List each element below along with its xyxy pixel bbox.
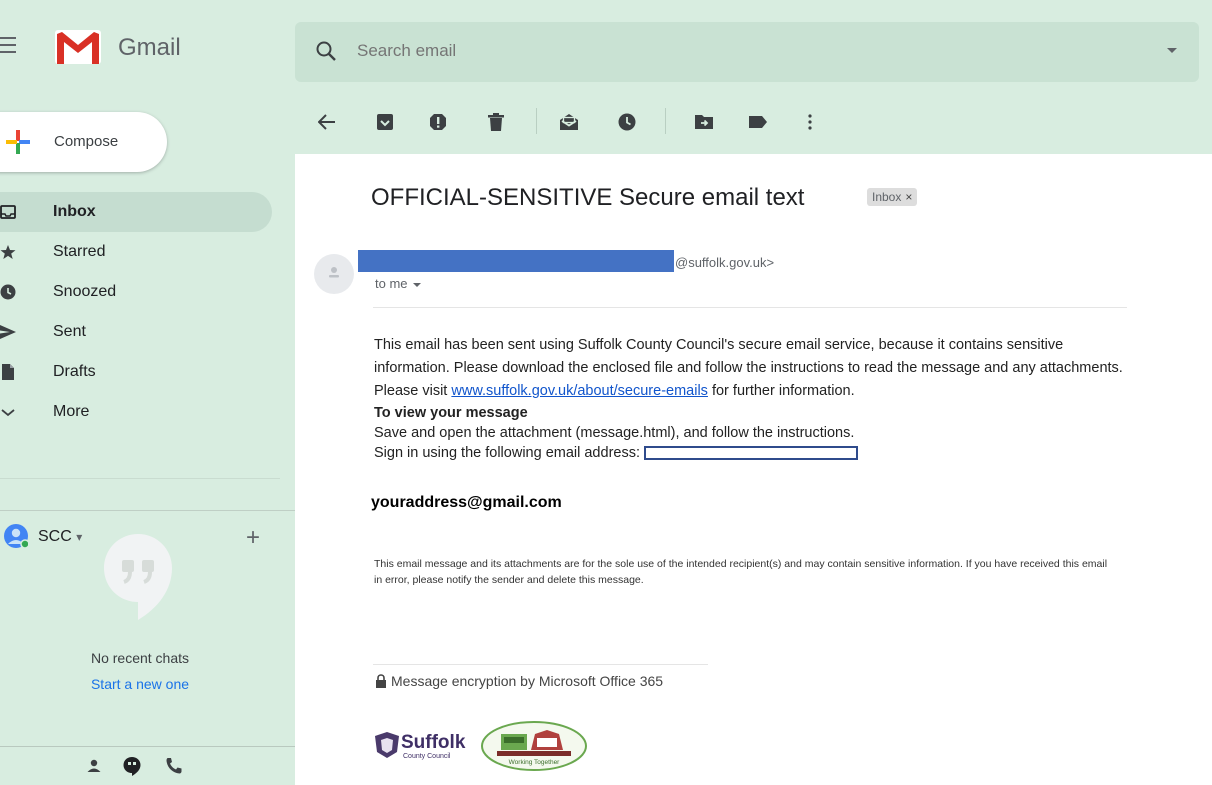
hangouts-bottom-bar bbox=[84, 756, 204, 780]
new-chat-plus-icon[interactable]: + bbox=[246, 524, 260, 552]
body-paragraph: This email has been sent using Suffolk C… bbox=[374, 337, 1123, 399]
suffolk-logo-subtext: County Council bbox=[403, 753, 451, 760]
inbox-label-badge[interactable]: Inbox × bbox=[867, 188, 918, 206]
back-button[interactable] bbox=[315, 110, 339, 134]
sidebar-item-label: More bbox=[53, 403, 90, 420]
snooze-icon bbox=[618, 113, 636, 131]
sidebar-divider bbox=[0, 510, 295, 511]
send-icon bbox=[0, 325, 16, 339]
sidebar-item-starred[interactable]: Starred bbox=[0, 232, 285, 272]
contacts-icon[interactable] bbox=[84, 756, 104, 776]
sidebar-item-sent[interactable]: Sent bbox=[0, 312, 285, 352]
search-options-icon[interactable] bbox=[1167, 48, 1177, 53]
encryption-divider bbox=[373, 664, 708, 665]
nav-list: Inbox Starred Snoozed Sent Drafts More bbox=[0, 192, 285, 432]
sender-avatar bbox=[314, 254, 354, 294]
inbox-icon bbox=[0, 205, 16, 219]
label-icon bbox=[749, 116, 767, 128]
archive-button[interactable] bbox=[373, 110, 397, 134]
message-pane: OFFICIAL-SENSITIVE Secure email text Inb… bbox=[295, 154, 1212, 785]
sidebar-item-more[interactable]: More bbox=[0, 392, 285, 432]
person-icon bbox=[329, 267, 339, 278]
lock-icon bbox=[376, 674, 386, 688]
header-divider bbox=[373, 307, 1127, 308]
message-toolbar bbox=[295, 92, 1212, 154]
redacted-address-box bbox=[643, 446, 858, 461]
chevron-down-icon bbox=[412, 282, 421, 287]
app-name: Gmail bbox=[118, 34, 181, 61]
search-input[interactable] bbox=[357, 41, 1057, 61]
sidebar-item-label: Drafts bbox=[53, 363, 96, 380]
partner-logo-text: Working Together bbox=[509, 759, 561, 766]
chevron-down-icon bbox=[1, 409, 15, 417]
view-heading: To view your message bbox=[374, 405, 528, 421]
compose-label: Compose bbox=[54, 133, 119, 150]
sidebar-item-label: Starred bbox=[53, 243, 106, 260]
report-spam-button[interactable] bbox=[426, 110, 450, 134]
draft-icon bbox=[2, 364, 14, 380]
compose-button[interactable]: Compose bbox=[0, 112, 167, 172]
remove-label-icon[interactable]: × bbox=[905, 190, 912, 204]
footer-logos: Suffolk County Council Working Together bbox=[373, 720, 613, 772]
toolbar-separator bbox=[536, 108, 537, 134]
sidebar-divider bbox=[0, 746, 295, 747]
more-options-icon bbox=[808, 114, 812, 130]
star-icon bbox=[0, 245, 16, 259]
delete-button[interactable] bbox=[484, 110, 508, 134]
move-to-icon bbox=[695, 115, 713, 129]
view-instruction-2: Sign in using the following email addres… bbox=[374, 443, 1134, 463]
account-name: SCC ▾ bbox=[38, 528, 83, 545]
suffolk-logo-text: Suffolk bbox=[401, 732, 466, 753]
move-to-button[interactable] bbox=[692, 110, 716, 134]
sidebar: Compose Inbox Starred Snoozed Sent Draft… bbox=[0, 92, 295, 785]
no-chats-text: No recent chats bbox=[90, 650, 190, 666]
sidebar-item-label: Sent bbox=[53, 323, 86, 340]
sidebar-divider bbox=[0, 478, 280, 479]
labels-button[interactable] bbox=[746, 110, 770, 134]
search-bar[interactable] bbox=[295, 22, 1199, 82]
back-arrow-icon bbox=[318, 114, 335, 130]
more-options-button[interactable] bbox=[798, 110, 822, 134]
sidebar-item-snoozed[interactable]: Snoozed bbox=[0, 272, 285, 312]
recipient-details-toggle[interactable]: to me bbox=[375, 276, 421, 291]
toolbar-separator bbox=[665, 108, 666, 134]
message-subject: OFFICIAL-SENSITIVE Secure email text bbox=[371, 184, 805, 211]
secure-emails-link[interactable]: www.suffolk.gov.uk/about/secure-emails bbox=[451, 383, 708, 399]
compose-plus-icon bbox=[6, 130, 30, 154]
redacted-sender-name bbox=[358, 250, 674, 272]
mark-unread-icon bbox=[560, 114, 578, 130]
sign-in-address: youraddress@gmail.com bbox=[371, 494, 562, 511]
message-body: This email has been sent using Suffolk C… bbox=[374, 334, 1134, 463]
disclaimer-text: This email message and its attachments a… bbox=[374, 558, 1108, 586]
header: Gmail bbox=[0, 0, 1212, 92]
search-icon[interactable] bbox=[315, 40, 337, 62]
delete-icon bbox=[488, 113, 504, 131]
archive-icon bbox=[377, 114, 393, 130]
sidebar-item-drafts[interactable]: Drafts bbox=[0, 352, 285, 392]
sidebar-item-label: Snoozed bbox=[53, 283, 117, 300]
encryption-notice: Message encryption by Microsoft Office 3… bbox=[375, 673, 663, 689]
clock-icon bbox=[0, 284, 16, 300]
gmail-logo-icon[interactable] bbox=[54, 28, 102, 66]
sidebar-item-inbox[interactable]: Inbox bbox=[0, 192, 272, 232]
conversations-icon[interactable] bbox=[122, 756, 142, 776]
working-together-logo: Working Together bbox=[481, 721, 587, 771]
report-spam-icon bbox=[430, 114, 446, 130]
view-instruction-1: Save and open the attachment (message.ht… bbox=[374, 425, 855, 441]
main-menu-icon[interactable] bbox=[0, 37, 16, 53]
label-text: Inbox bbox=[872, 190, 902, 204]
mark-unread-button[interactable] bbox=[557, 110, 581, 134]
sender-email: @suffolk.gov.uk> bbox=[675, 255, 775, 270]
hangouts-icon bbox=[104, 534, 172, 620]
snooze-button[interactable] bbox=[615, 110, 639, 134]
sidebar-item-label: Inbox bbox=[53, 203, 96, 220]
avatar-icon bbox=[4, 524, 28, 548]
start-new-chat-link[interactable]: Start a new one bbox=[0, 676, 280, 692]
suffolk-council-logo: Suffolk County Council bbox=[375, 732, 466, 760]
phone-icon[interactable] bbox=[164, 756, 184, 776]
